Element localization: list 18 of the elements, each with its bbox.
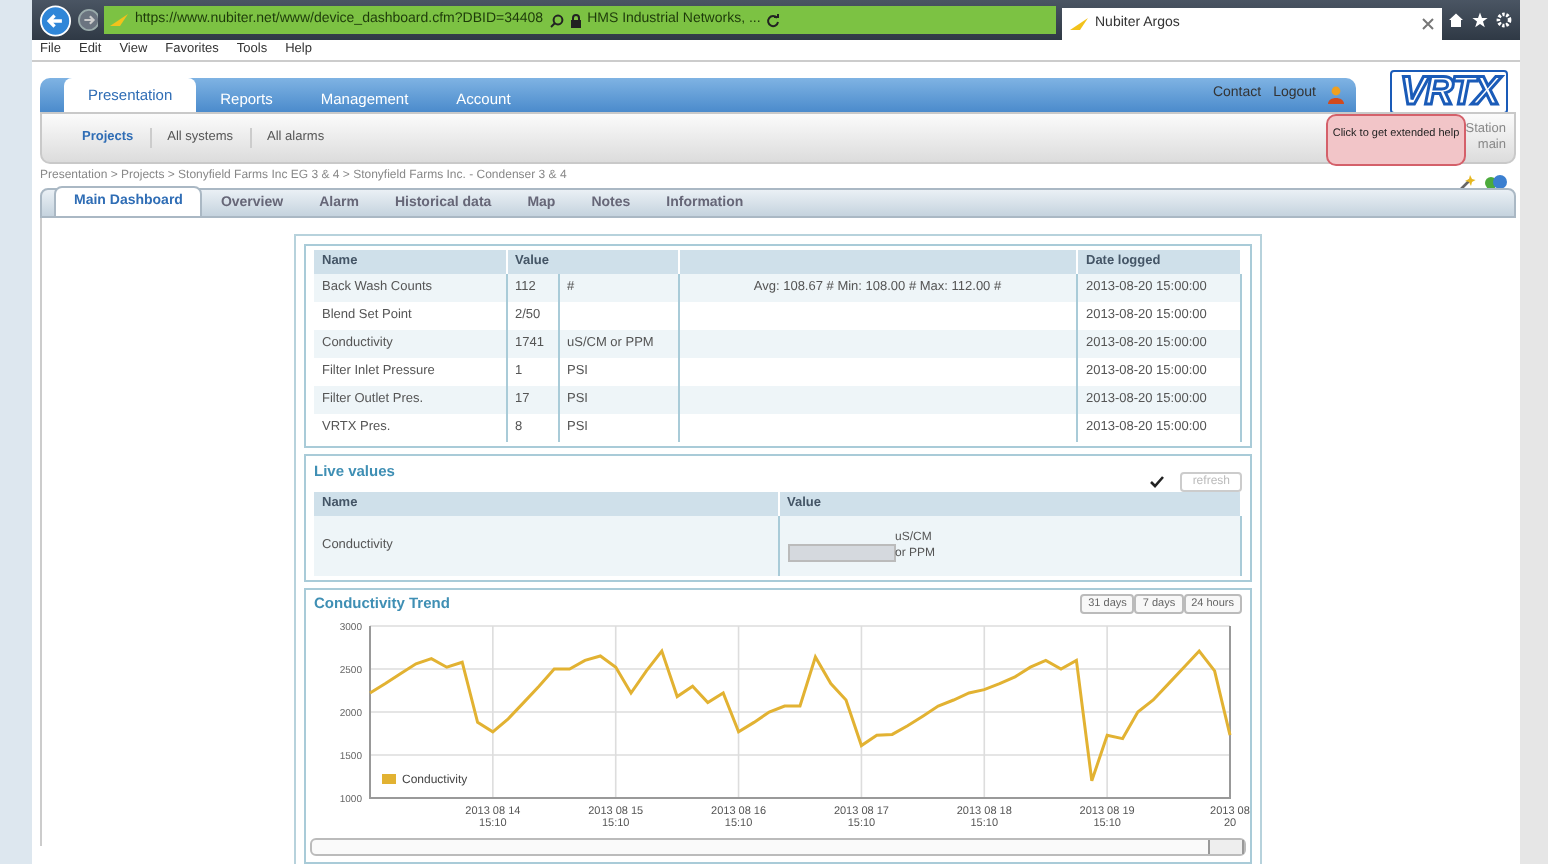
back-icon[interactable] xyxy=(40,3,72,37)
wing-icon xyxy=(1069,18,1087,30)
forward-icon[interactable] xyxy=(77,8,99,32)
star-icon[interactable] xyxy=(1472,12,1488,28)
close-icon[interactable] xyxy=(1422,18,1434,30)
check-icon xyxy=(1150,476,1165,488)
search-icon[interactable] xyxy=(549,13,564,27)
input-field[interactable] xyxy=(787,544,895,562)
scrollbar[interactable] xyxy=(1520,0,1548,864)
vrtx-logo[interactable]: VRTX xyxy=(1390,70,1508,114)
settings-icon[interactable] xyxy=(1496,12,1512,28)
legend-swatch xyxy=(382,774,396,785)
lock-icon xyxy=(569,13,582,27)
refresh-icon[interactable] xyxy=(766,13,781,27)
home-icon[interactable] xyxy=(1448,12,1464,28)
navigator-handle[interactable] xyxy=(1208,840,1244,855)
gears-icon[interactable] xyxy=(1484,173,1508,189)
wing-icon xyxy=(110,14,129,26)
